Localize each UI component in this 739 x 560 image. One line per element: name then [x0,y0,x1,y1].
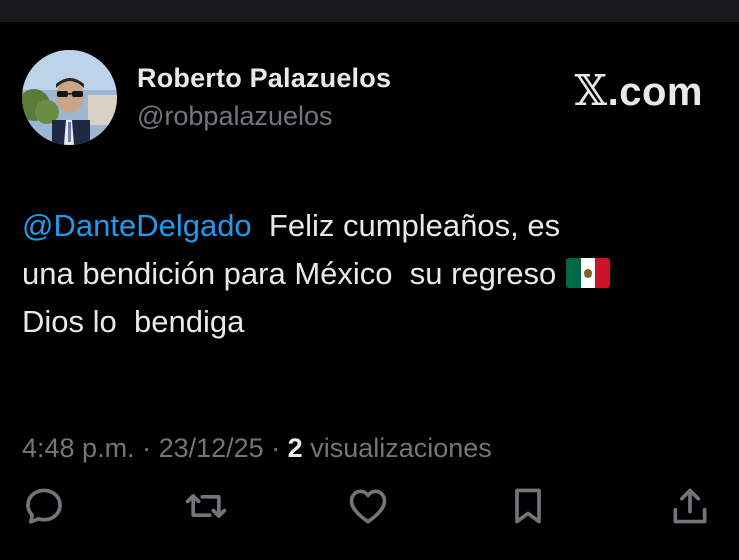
tweet-card: Roberto Palazuelos @robpalazuelos 𝕏.com … [0,22,739,560]
author-handle[interactable]: @robpalazuelos [137,101,333,132]
share-button[interactable] [666,482,714,530]
tweet-time[interactable]: 4:48 p.m. [22,433,135,463]
bookmark-button[interactable] [504,482,552,530]
author-name[interactable]: Roberto Palazuelos [137,63,391,94]
bookmark-icon [515,488,541,524]
brand-suffix: .com [607,70,703,114]
views-count: 2 [287,433,303,463]
share-icon [673,488,707,524]
reply-icon [26,488,62,524]
tweet-line-1-text: Feliz cumpleaños, es [251,208,561,243]
tweet-line-2-text: una bendición para México su regreso [22,256,557,291]
meta-separator: · [263,433,288,463]
tweet-date[interactable]: 23/12/25 [159,433,264,463]
retweet-icon [185,494,227,518]
reply-button[interactable] [20,482,68,530]
top-status-bar [0,0,739,22]
mexico-flag-icon [566,258,611,288]
mention-link[interactable]: @DanteDelgado [22,208,252,243]
x-com-logo: 𝕏.com [575,66,703,115]
avatar-photo [22,50,117,145]
tweet-line-2: una bendición para México su regreso [22,250,722,298]
tweet-metadata: 4:48 p.m. · 23/12/25 · 2 visualizaciones [22,433,492,464]
like-button[interactable] [344,482,392,530]
retweet-button[interactable] [182,482,230,530]
tweet-body: @DanteDelgado Feliz cumpleaños, es una b… [22,202,722,346]
meta-separator: · [134,433,159,463]
views-label: visualizaciones [302,433,492,463]
like-icon [349,489,387,524]
avatar[interactable] [22,50,117,145]
tweet-line-3-text: Dios lo bendiga [22,304,245,339]
tweet-line-1: @DanteDelgado Feliz cumpleaños, es [22,202,722,250]
tweet-actions-bar [0,482,739,532]
tweet-line-3: Dios lo bendiga [22,298,722,346]
x-logo-glyph: 𝕏 [574,66,608,115]
